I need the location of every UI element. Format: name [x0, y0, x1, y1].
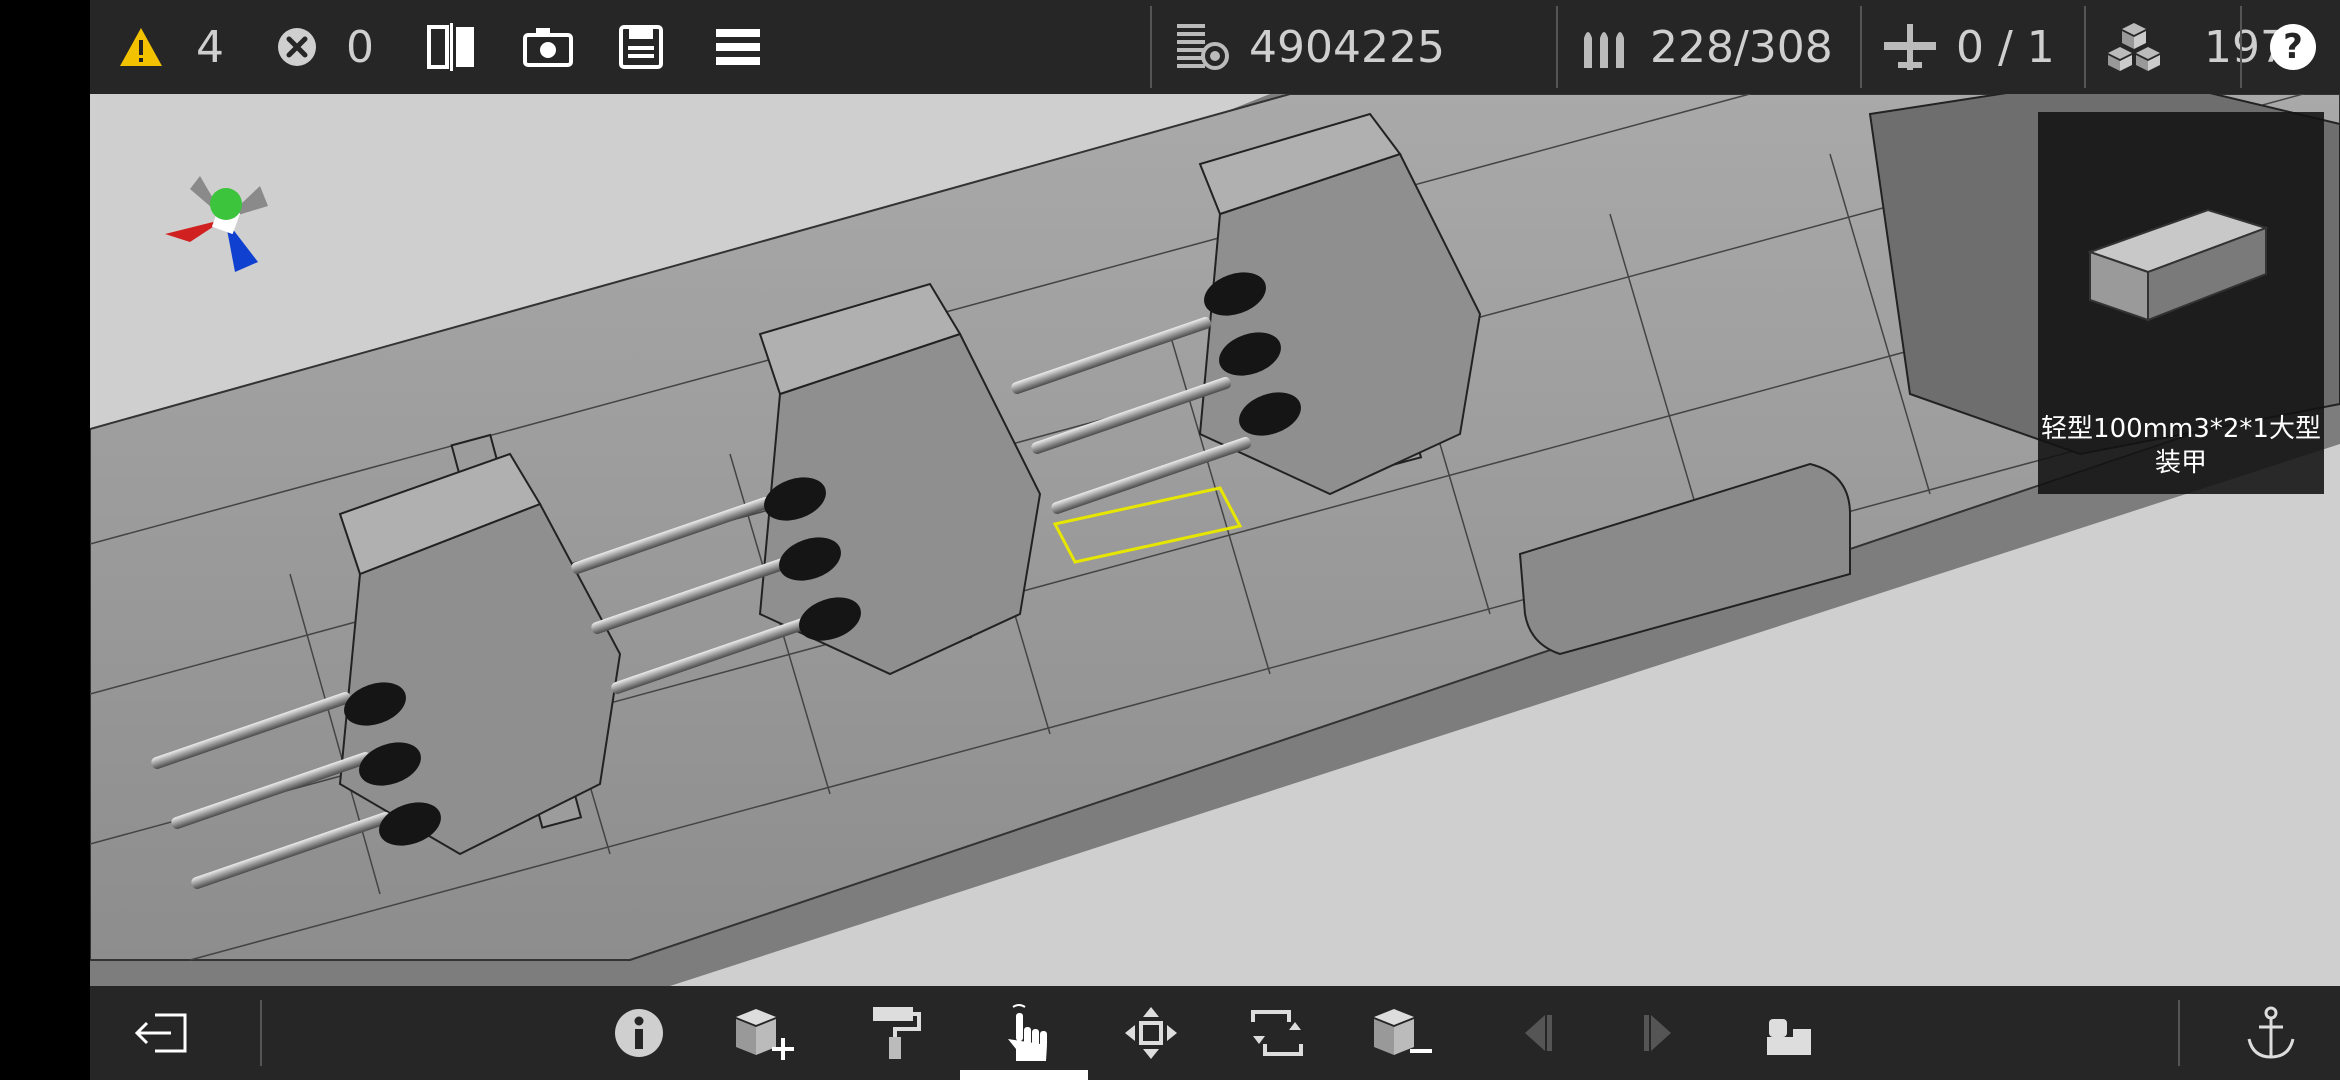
aircraft-stat: 0 / 1	[1882, 0, 2055, 94]
anchor-button[interactable]	[2226, 986, 2316, 1080]
screenshot-button[interactable]	[522, 0, 574, 94]
remove-part-icon	[1374, 1009, 1432, 1055]
add-part-button[interactable]	[720, 986, 810, 1080]
help-label: ?	[2283, 27, 2303, 67]
mirror-button[interactable]	[426, 0, 478, 94]
move-icon	[1125, 1007, 1177, 1059]
anchor-icon	[2247, 1006, 2295, 1059]
ammo-stat: 228/308	[1580, 0, 1833, 94]
aircraft-value: 0 / 1	[1956, 21, 2055, 73]
fold-icon	[1767, 1019, 1811, 1055]
warnings-count: 4	[196, 21, 224, 73]
redo-button[interactable]	[1616, 986, 1706, 1080]
warning-icon	[120, 28, 162, 66]
hull-points-stat: 4904225	[1175, 0, 1445, 94]
help-button[interactable]: ?	[2270, 0, 2316, 94]
ammo-value: 228/308	[1650, 21, 1833, 73]
help-icon: ?	[2270, 24, 2316, 70]
separator	[2240, 6, 2242, 88]
exit-icon	[134, 1013, 187, 1053]
ship-3d-viewport[interactable]: 轻型100mm3*2*1大型装甲	[90, 94, 2340, 986]
separator	[260, 1000, 262, 1066]
selected-part-name: 轻型100mm3*2*1大型装甲	[2041, 414, 2321, 478]
parts-icon	[2108, 23, 2160, 71]
errors-count: 0	[346, 21, 374, 73]
hull-points-value: 4904225	[1249, 21, 1445, 73]
mirror-icon	[427, 23, 474, 71]
top-status-bar: 4 0 4904225 228/308 0 / 1 1974 ?	[90, 0, 2340, 94]
save-button[interactable]	[618, 0, 664, 94]
part-preview-icon	[2086, 208, 2270, 322]
undo-button[interactable]	[1490, 986, 1580, 1080]
separator	[1150, 6, 1152, 88]
remove-part-button[interactable]	[1358, 986, 1448, 1080]
separator	[2084, 6, 2086, 88]
errors-button[interactable]: 0	[276, 0, 374, 94]
ship-render	[90, 94, 2340, 986]
warnings-button[interactable]: 4	[118, 0, 224, 94]
separator	[1556, 6, 1558, 88]
save-icon	[619, 25, 663, 69]
exit-button[interactable]	[116, 986, 206, 1080]
left-black-margin	[0, 0, 90, 1080]
aircraft-icon	[1884, 24, 1936, 70]
select-hand-icon	[1008, 1004, 1047, 1061]
add-part-icon	[736, 1009, 794, 1060]
bottom-toolbar	[90, 986, 2340, 1080]
camera-icon	[523, 28, 573, 67]
fold-button[interactable]	[1744, 986, 1834, 1080]
ammo-icon	[1584, 32, 1624, 68]
redo-icon	[1644, 1015, 1671, 1051]
separator	[1860, 6, 1862, 88]
orientation-gizmo-icon[interactable]	[150, 134, 300, 294]
error-icon	[278, 28, 316, 66]
menu-button[interactable]	[716, 0, 760, 94]
active-tool-indicator	[960, 1070, 1088, 1080]
separator	[2178, 1000, 2180, 1066]
selected-part-panel: 轻型100mm3*2*1大型装甲	[2038, 112, 2324, 494]
info-icon	[615, 1009, 663, 1057]
info-button[interactable]	[594, 986, 684, 1080]
rotate-button[interactable]	[1232, 986, 1322, 1080]
undo-icon	[1525, 1015, 1552, 1051]
move-button[interactable]	[1106, 986, 1196, 1080]
select-button[interactable]	[980, 986, 1070, 1080]
paint-button[interactable]	[850, 986, 940, 1080]
rotate-icon	[1251, 1010, 1303, 1056]
paint-roller-icon	[873, 1007, 921, 1059]
armor-icon	[1177, 24, 1229, 70]
menu-icon	[716, 29, 760, 65]
